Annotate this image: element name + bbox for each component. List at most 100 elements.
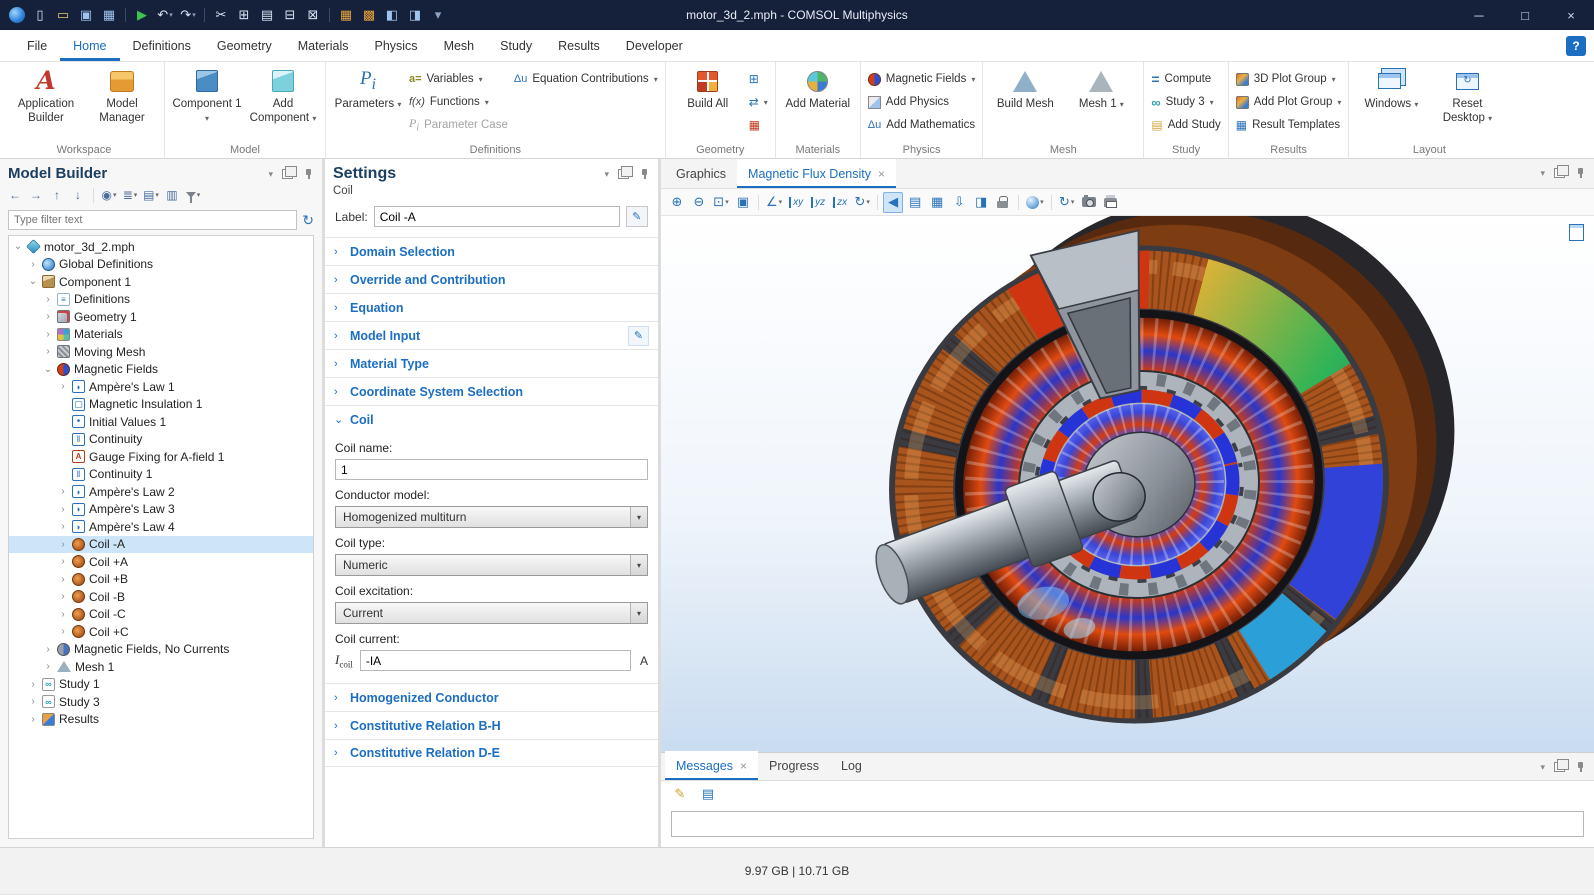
collapse-icon[interactable]: ⌄	[28, 276, 38, 287]
expand-all-icon[interactable]: ▤▾	[142, 185, 160, 205]
tree-item[interactable]: ›Coil +C	[9, 623, 313, 641]
tree-item[interactable]: ⌄Magnetic Fields	[9, 361, 313, 379]
section-constitutive-relation-b-h[interactable]: ›Constitutive Relation B-H	[325, 711, 658, 739]
add-physics-button[interactable]: Add Physics	[868, 92, 976, 112]
menu-item-mesh[interactable]: Mesh	[431, 30, 488, 61]
expand-icon[interactable]: ›	[43, 329, 53, 340]
copy-table-icon[interactable]: ▤	[698, 783, 718, 804]
menu-item-file[interactable]: File	[14, 30, 60, 61]
section-override-and-contribution[interactable]: ›Override and Contribution	[325, 265, 658, 293]
lock-icon[interactable]	[993, 192, 1013, 213]
tab-log[interactable]: Log	[830, 751, 873, 780]
tree-item[interactable]: Magnetic Insulation 1	[9, 396, 313, 414]
section-coil[interactable]: ⌄Coil	[325, 405, 658, 433]
geometry-delete-button[interactable]: ▦	[749, 115, 768, 135]
expand-icon[interactable]: ›	[43, 311, 53, 322]
menu-item-materials[interactable]: Materials	[285, 30, 362, 61]
section-homogenized-conductor[interactable]: ›Homogenized Conductor	[325, 683, 658, 711]
expand-icon[interactable]: ›	[43, 661, 53, 672]
equation-contributions-button[interactable]: Δu Equation Contributions ▾	[514, 69, 658, 89]
add-component-button[interactable]: Add Component ▾	[248, 67, 318, 126]
reset-view-icon[interactable]: ↻▾	[852, 192, 872, 213]
tree-item[interactable]: ›Geometry 1	[9, 308, 313, 326]
close-icon[interactable]: ×	[1548, 0, 1594, 30]
float-panel-icon[interactable]	[1554, 168, 1565, 178]
reset-desktop-button[interactable]: ↻ Reset Desktop ▾	[1432, 67, 1502, 126]
expand-icon[interactable]: ›	[58, 539, 68, 550]
cut-icon[interactable]: ✂	[210, 4, 232, 26]
compute-button[interactable]: = Compute	[1151, 69, 1220, 89]
comsol-logo-icon[interactable]	[6, 4, 28, 26]
undo-icon[interactable]: ↶▾	[154, 4, 176, 26]
field-select[interactable]: Current▾	[335, 602, 648, 624]
window-grid-1-icon[interactable]: ◧	[381, 4, 403, 26]
help-button[interactable]: ?	[1566, 36, 1586, 56]
panel-menu-icon[interactable]: ▾	[1540, 762, 1545, 773]
menu-item-developer[interactable]: Developer	[613, 30, 696, 61]
print-icon[interactable]	[1101, 192, 1121, 213]
mesh-1-button[interactable]: Mesh 1 ▾	[1066, 67, 1136, 111]
menu-item-home[interactable]: Home	[60, 30, 119, 61]
redo-icon[interactable]: ↷▾	[177, 4, 199, 26]
plot-group-button[interactable]: 3D Plot Group ▾	[1236, 69, 1342, 89]
label-input[interactable]	[374, 206, 620, 227]
report-table-icon[interactable]: ▩	[358, 4, 380, 26]
zoom-in-icon[interactable]: ⊕	[667, 192, 687, 213]
expand-icon[interactable]: ›	[28, 714, 38, 725]
expand-icon[interactable]: ›	[28, 696, 38, 707]
open-file-icon[interactable]: ▭	[52, 4, 74, 26]
tree-item[interactable]: ›Coil -C	[9, 606, 313, 624]
section-coordinate-system-selection[interactable]: ›Coordinate System Selection	[325, 377, 658, 405]
expand-icon[interactable]: ›	[43, 294, 53, 305]
tree-item[interactable]: ›Materials	[9, 326, 313, 344]
variables-button[interactable]: a= Variables ▾	[409, 69, 508, 89]
field-input[interactable]	[335, 459, 648, 480]
tab-messages[interactable]: Messages×	[665, 751, 758, 780]
tab-magnetic-flux-density[interactable]: Magnetic Flux Density×	[737, 159, 896, 188]
view-yz-icon[interactable]: yz	[808, 192, 828, 213]
tree-item[interactable]: ›Ampère's Law 4	[9, 518, 313, 536]
expand-icon[interactable]: ›	[28, 679, 38, 690]
tab-graphics[interactable]: Graphics	[665, 159, 737, 188]
window-grid-2-icon[interactable]: ◨	[404, 4, 426, 26]
panel-menu-icon[interactable]: ▾	[604, 169, 609, 180]
add-mathematics-button[interactable]: Δu Add Mathematics	[868, 115, 976, 135]
tree-item[interactable]: ›Coil -B	[9, 588, 313, 606]
menu-item-geometry[interactable]: Geometry	[204, 30, 285, 61]
camera-icon[interactable]	[1079, 192, 1099, 213]
tree-item[interactable]: ›Coil +A	[9, 553, 313, 571]
expand-icon[interactable]: ›	[28, 259, 38, 270]
tree-item[interactable]: ›Definitions	[9, 291, 313, 309]
zoom-extents-icon[interactable]: ▣	[733, 192, 753, 213]
refresh-icon[interactable]: ↻	[302, 212, 314, 229]
windows-button[interactable]: Windows ▾	[1356, 67, 1426, 111]
tree-item[interactable]: Gauge Fixing for A-field 1	[9, 448, 313, 466]
expand-icon[interactable]: ›	[58, 486, 68, 497]
model-tree-nodes-icon[interactable]: ▥	[163, 185, 181, 205]
component-1-button[interactable]: Component 1 ▾	[172, 67, 242, 126]
expand-icon[interactable]: ›	[43, 346, 53, 357]
pin-panel-icon[interactable]	[1574, 167, 1586, 179]
tree-item[interactable]: ›Magnetic Fields, No Currents	[9, 641, 313, 659]
magnetic-fields-button[interactable]: Magnetic Fields ▾	[868, 69, 976, 89]
remove-icon[interactable]: ⊟	[279, 4, 301, 26]
save-all-icon[interactable]: ▦	[98, 4, 120, 26]
tree-item[interactable]: ›Ampère's Law 3	[9, 501, 313, 519]
zoom-out-icon[interactable]: ⊖	[689, 192, 709, 213]
menu-item-study[interactable]: Study	[487, 30, 545, 61]
delete-icon[interactable]: ⊠	[302, 4, 324, 26]
float-panel-icon[interactable]	[1554, 762, 1565, 772]
float-panel-icon[interactable]	[618, 169, 629, 179]
tree-item[interactable]: ›Coil -A	[9, 536, 313, 554]
menu-item-physics[interactable]: Physics	[361, 30, 430, 61]
evaluate-table-icon[interactable]: ▦	[335, 4, 357, 26]
environment-icon[interactable]: ▾	[1024, 192, 1046, 213]
save-icon[interactable]: ▣	[75, 4, 97, 26]
tree-item[interactable]: ›Coil +B	[9, 571, 313, 589]
add-plot-group-button[interactable]: Add Plot Group ▾	[1236, 92, 1342, 112]
filter-icon[interactable]: ▾	[184, 185, 202, 205]
copy-icon[interactable]: ⊞	[233, 4, 255, 26]
result-templates-button[interactable]: ▦ Result Templates	[1236, 115, 1342, 135]
float-panel-icon[interactable]	[282, 169, 293, 179]
close-tab-icon[interactable]: ×	[740, 759, 747, 773]
